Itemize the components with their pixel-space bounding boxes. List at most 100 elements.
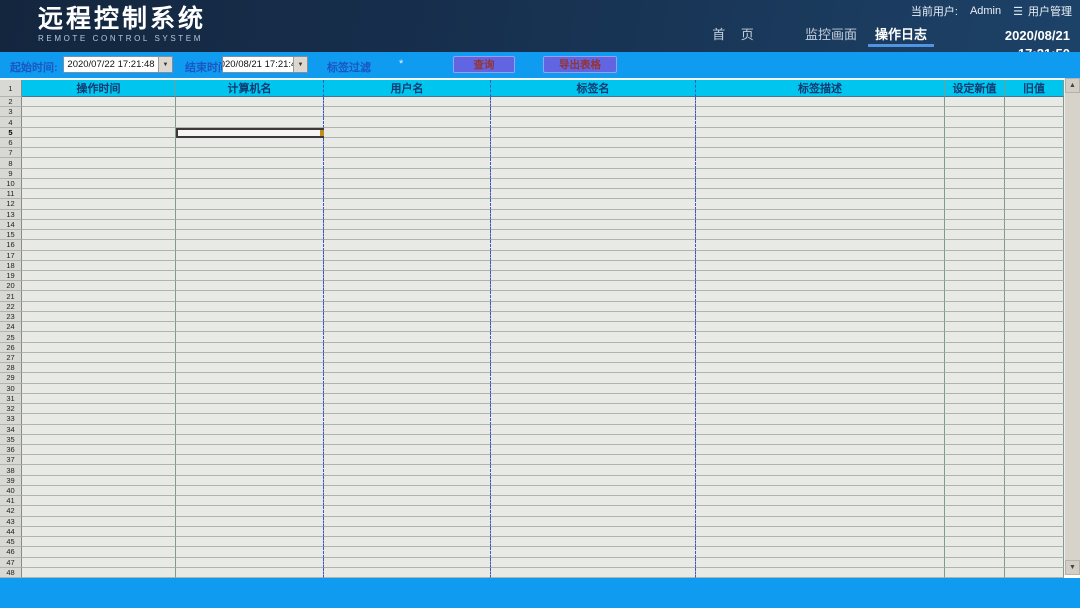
- table-cell[interactable]: [22, 414, 176, 424]
- scrollbar-track[interactable]: [1065, 93, 1080, 560]
- table-cell[interactable]: [1005, 404, 1064, 414]
- row-number[interactable]: 24: [0, 322, 22, 332]
- column-header-new-value[interactable]: 设定新值: [945, 80, 1005, 97]
- table-cell[interactable]: [696, 343, 945, 353]
- row-number[interactable]: 20: [0, 281, 22, 291]
- table-cell[interactable]: [176, 517, 324, 527]
- table-cell[interactable]: [176, 373, 324, 383]
- table-cell[interactable]: [1005, 261, 1064, 271]
- end-time-combobox[interactable]: 2020/08/21 17:21:48 ▼: [222, 56, 308, 73]
- table-cell[interactable]: [1005, 291, 1064, 301]
- table-cell[interactable]: [22, 220, 176, 230]
- table-cell[interactable]: [1005, 117, 1064, 127]
- table-cell[interactable]: [1005, 322, 1064, 332]
- table-cell[interactable]: [491, 343, 696, 353]
- table-cell[interactable]: [176, 455, 324, 465]
- table-cell[interactable]: [491, 363, 696, 373]
- table-cell[interactable]: [324, 281, 491, 291]
- table-cell[interactable]: [696, 496, 945, 506]
- table-cell[interactable]: [1005, 271, 1064, 281]
- table-cell[interactable]: [491, 117, 696, 127]
- table-cell[interactable]: [22, 128, 176, 138]
- table-cell[interactable]: [1005, 476, 1064, 486]
- table-cell[interactable]: [696, 128, 945, 138]
- table-cell[interactable]: [491, 138, 696, 148]
- table-cell[interactable]: [491, 281, 696, 291]
- table-cell[interactable]: [176, 353, 324, 363]
- table-cell[interactable]: [1005, 138, 1064, 148]
- column-header-computer-name[interactable]: 计算机名: [176, 80, 324, 97]
- table-cell[interactable]: [491, 189, 696, 199]
- table-cell[interactable]: [696, 251, 945, 261]
- table-cell[interactable]: [491, 179, 696, 189]
- table-cell[interactable]: [945, 312, 1005, 322]
- table-cell[interactable]: [945, 363, 1005, 373]
- table-cell[interactable]: [945, 476, 1005, 486]
- table-cell[interactable]: [22, 107, 176, 117]
- table-cell[interactable]: [1005, 496, 1064, 506]
- table-cell[interactable]: [176, 547, 324, 557]
- table-cell[interactable]: [945, 128, 1005, 138]
- table-cell[interactable]: [696, 210, 945, 220]
- table-cell[interactable]: [491, 537, 696, 547]
- table-cell[interactable]: [324, 506, 491, 516]
- table-cell[interactable]: [945, 240, 1005, 250]
- row-number[interactable]: 18: [0, 261, 22, 271]
- table-cell[interactable]: [176, 281, 324, 291]
- table-cell[interactable]: [324, 384, 491, 394]
- table-cell[interactable]: [22, 240, 176, 250]
- row-number[interactable]: 5: [0, 128, 22, 138]
- table-cell[interactable]: [945, 517, 1005, 527]
- table-cell[interactable]: [324, 332, 491, 342]
- table-cell[interactable]: [696, 169, 945, 179]
- table-cell[interactable]: [324, 486, 491, 496]
- row-number[interactable]: 14: [0, 220, 22, 230]
- table-cell[interactable]: [176, 322, 324, 332]
- table-cell[interactable]: [696, 435, 945, 445]
- row-number[interactable]: 27: [0, 353, 22, 363]
- table-cell[interactable]: [945, 148, 1005, 158]
- table-cell[interactable]: [324, 220, 491, 230]
- table-cell[interactable]: [176, 240, 324, 250]
- table-cell[interactable]: [1005, 435, 1064, 445]
- table-cell[interactable]: [1005, 527, 1064, 537]
- table-cell[interactable]: [22, 343, 176, 353]
- table-cell[interactable]: [176, 384, 324, 394]
- row-number[interactable]: 19: [0, 271, 22, 281]
- table-cell[interactable]: [491, 353, 696, 363]
- table-cell[interactable]: [22, 291, 176, 301]
- table-cell[interactable]: [696, 332, 945, 342]
- table-cell[interactable]: [696, 465, 945, 475]
- table-cell[interactable]: [22, 281, 176, 291]
- row-number[interactable]: 12: [0, 199, 22, 209]
- table-cell[interactable]: [176, 189, 324, 199]
- table-cell[interactable]: [1005, 445, 1064, 455]
- table-cell[interactable]: [696, 302, 945, 312]
- table-cell[interactable]: [22, 148, 176, 158]
- table-cell[interactable]: [696, 97, 945, 107]
- table-cell[interactable]: [324, 517, 491, 527]
- table-cell[interactable]: [491, 158, 696, 168]
- table-cell[interactable]: [945, 261, 1005, 271]
- table-cell[interactable]: [945, 445, 1005, 455]
- table-cell[interactable]: [1005, 169, 1064, 179]
- row-number[interactable]: 46: [0, 547, 22, 557]
- table-cell[interactable]: [176, 97, 324, 107]
- table-cell[interactable]: [324, 373, 491, 383]
- table-cell[interactable]: [945, 210, 1005, 220]
- table-cell[interactable]: [324, 558, 491, 568]
- table-cell[interactable]: [696, 517, 945, 527]
- table-cell[interactable]: [324, 363, 491, 373]
- table-cell[interactable]: [1005, 97, 1064, 107]
- table-cell[interactable]: [176, 291, 324, 301]
- table-cell[interactable]: [945, 169, 1005, 179]
- table-cell[interactable]: [491, 404, 696, 414]
- table-cell[interactable]: [696, 404, 945, 414]
- table-cell[interactable]: [1005, 384, 1064, 394]
- table-cell[interactable]: [324, 128, 491, 138]
- table-cell[interactable]: [22, 117, 176, 127]
- table-cell[interactable]: [696, 107, 945, 117]
- table-cell[interactable]: [945, 281, 1005, 291]
- table-cell[interactable]: [945, 527, 1005, 537]
- table-cell[interactable]: [324, 312, 491, 322]
